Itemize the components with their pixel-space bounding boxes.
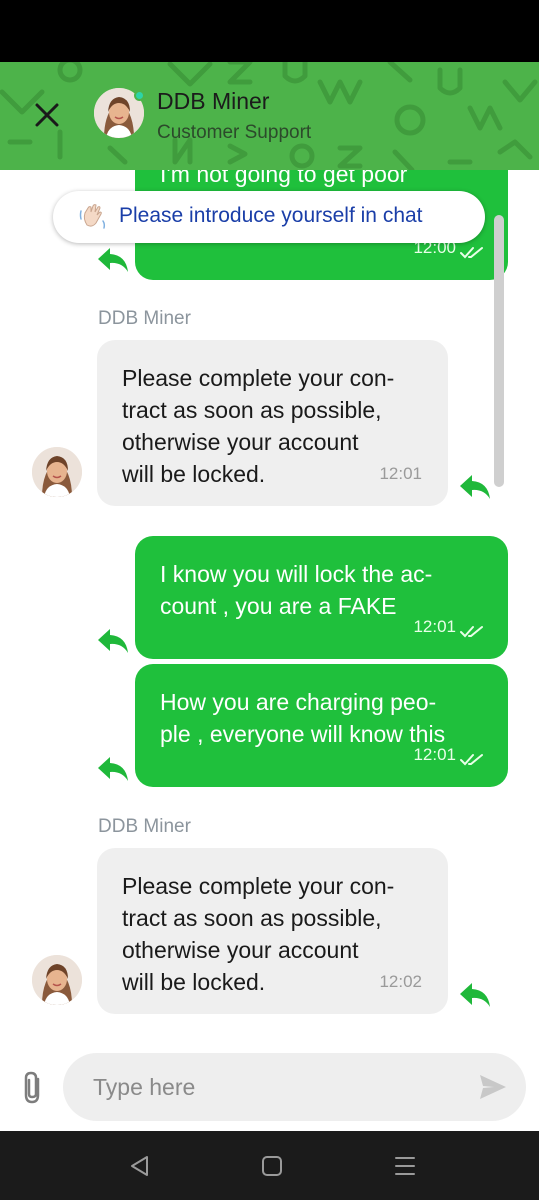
message-time: 12:01 [379, 464, 422, 483]
header-pattern [0, 62, 538, 170]
online-status-dot [134, 90, 145, 101]
chat-subtitle: Customer Support [157, 122, 312, 143]
scrollbar[interactable] [494, 215, 504, 487]
menu-icon[interactable] [392, 1153, 418, 1179]
outgoing-message[interactable]: I know you will lock the ac- count , you… [135, 536, 508, 659]
paperclip-icon[interactable] [18, 1070, 48, 1106]
incoming-message[interactable]: Please complete your con- tract as soon … [97, 848, 448, 1014]
message-list[interactable]: I'm not going to get poor , you will loo… [0, 170, 539, 1045]
chat-header: DDB Miner Customer Support [0, 62, 539, 170]
incoming-message[interactable]: Please complete your con- tract as soon … [97, 340, 448, 506]
home-icon[interactable] [259, 1153, 285, 1179]
read-receipt-icon [460, 247, 483, 259]
banner-label: Please introduce yourself in chat [119, 204, 423, 227]
send-icon[interactable] [478, 1073, 508, 1101]
sender-name: DDB Miner [98, 308, 191, 329]
message-time: 12:02 [379, 972, 422, 991]
back-icon[interactable] [127, 1153, 153, 1179]
composer [0, 1045, 539, 1131]
agent-avatar-icon [32, 955, 82, 1005]
reply-icon[interactable] [96, 246, 130, 274]
sender-name: DDB Miner [98, 816, 191, 837]
message-input-box[interactable] [63, 1053, 526, 1121]
status-bar [0, 0, 539, 62]
chat-title: DDB Miner [157, 88, 270, 114]
reply-icon[interactable] [96, 627, 130, 655]
message-input[interactable] [93, 1071, 463, 1103]
reply-icon[interactable] [458, 473, 492, 501]
introduce-yourself-banner[interactable]: Please introduce yourself in chat [53, 191, 485, 243]
read-receipt-icon [460, 626, 483, 638]
waving-hand-icon [79, 204, 106, 229]
message-time: 12:01 [413, 617, 456, 636]
close-icon[interactable] [30, 98, 64, 132]
reply-icon[interactable] [96, 755, 130, 783]
outgoing-message[interactable]: How you are charging peo- ple , everyone… [135, 664, 508, 787]
read-receipt-icon [460, 754, 483, 766]
system-nav-bar [0, 1131, 539, 1200]
reply-icon[interactable] [458, 981, 492, 1009]
avatar[interactable] [32, 447, 82, 497]
agent-avatar-icon [32, 447, 82, 497]
message-time: 12:01 [413, 745, 456, 764]
avatar[interactable] [32, 955, 82, 1005]
